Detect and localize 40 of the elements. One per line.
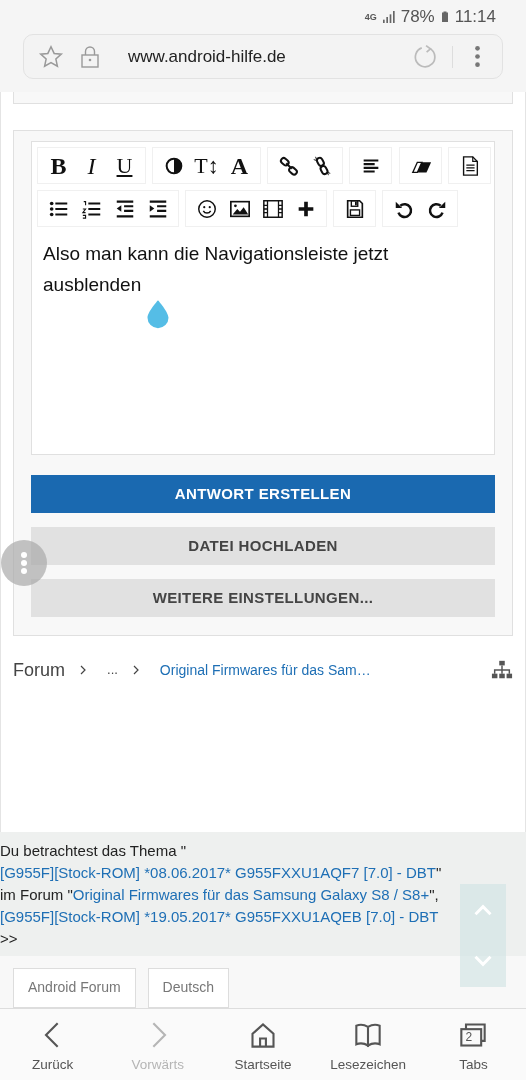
home-icon[interactable] bbox=[249, 1021, 277, 1049]
italic-button[interactable]: I bbox=[75, 148, 108, 183]
clock: 11:14 bbox=[454, 6, 496, 29]
editor-text[interactable]: Also man kann die Navigationsleiste jetzt ausblenden bbox=[43, 238, 443, 300]
font-button[interactable]: A bbox=[223, 148, 256, 183]
nav-label[interactable]: Lesezeichen bbox=[330, 1055, 407, 1076]
form-button[interactable]: ANTWORT ERSTELLEN bbox=[31, 475, 495, 513]
signal-icon bbox=[380, 9, 397, 25]
bold-button[interactable]: B bbox=[42, 148, 75, 183]
thread-link[interactable]: [G955F][Stock-ROM] *19.05.2017* G955FXXU1AQEB [7.0] - DBT bbox=[0, 908, 439, 925]
footer-link[interactable]: Deutsch bbox=[147, 968, 229, 1008]
text-size-button[interactable]: T↕ bbox=[190, 148, 223, 183]
tabs-icon[interactable] bbox=[459, 1021, 488, 1049]
nav-label[interactable]: Startseite bbox=[234, 1055, 292, 1076]
form-button[interactable]: DATEI HOCHLADEN bbox=[31, 527, 495, 565]
star-icon bbox=[38, 43, 64, 70]
network-type: 4G bbox=[364, 12, 377, 22]
thread-link[interactable]: Original Firmwares für das Samsung Galaxy S8 / S8+ bbox=[72, 886, 430, 903]
nav-label[interactable]: Zurück bbox=[31, 1055, 74, 1076]
tab-count: 2 bbox=[465, 1031, 473, 1043]
book-icon[interactable] bbox=[354, 1021, 383, 1049]
reload-icon bbox=[412, 43, 438, 70]
breadcrumb-item[interactable]: Original Firmwares für das Sam… bbox=[159, 659, 371, 681]
url-text[interactable]: www.android-hilfe.de bbox=[128, 43, 398, 70]
lock-icon bbox=[78, 43, 102, 70]
link-icon[interactable] bbox=[277, 154, 300, 177]
nav-label[interactable]: Tabs bbox=[459, 1055, 488, 1076]
battery-percent: 78% bbox=[400, 6, 435, 29]
menu-icon bbox=[475, 46, 480, 67]
breadcrumb-item[interactable]: ... bbox=[107, 660, 118, 680]
thread-link[interactable]: [G955F][Stock-ROM] *08.06.2017* G955FXXU1AQF7 [7.0] - DBT bbox=[0, 864, 437, 881]
sitemap-icon bbox=[491, 659, 513, 681]
dots-icon bbox=[21, 551, 27, 575]
smiley-icon[interactable] bbox=[195, 197, 218, 220]
thread-info-text: Du betrachtest das Thema " [G955F][Stock-ROM] *08.06.2017* G955FXXU1AQF7 [7.0] - DBT" im Forum "Original Firmwares für das Samsung Galaxy S8 / S8+", [G955F][Stock-ROM] *19.05.2017* G955FXXU1AQEB [7.0] - DBT >> bbox=[0, 841, 443, 949]
footer-link[interactable]: Android Forum bbox=[13, 968, 136, 1008]
form-button[interactable]: WEITERE EINSTELLUNGEN... bbox=[31, 579, 495, 617]
film-icon[interactable] bbox=[261, 197, 284, 220]
breadcrumb-item[interactable]: Forum bbox=[13, 656, 65, 684]
underline-button[interactable]: U bbox=[108, 148, 141, 183]
